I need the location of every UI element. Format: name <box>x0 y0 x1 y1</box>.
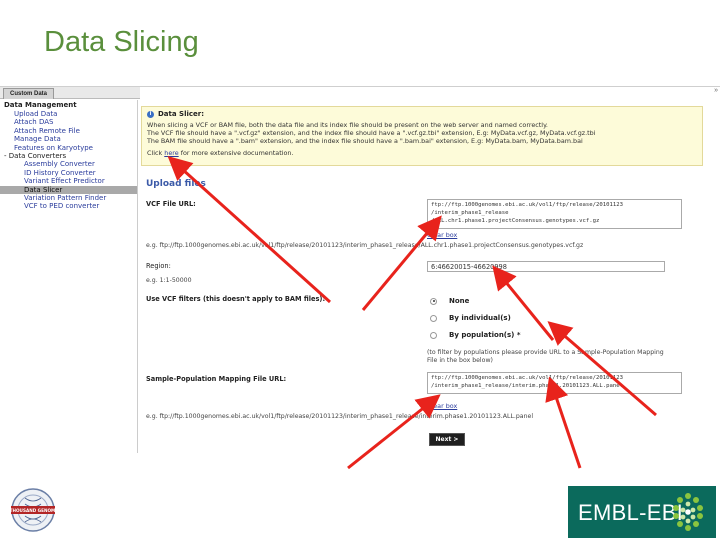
tab-custom-data[interactable]: Custom Data <box>3 88 55 99</box>
sidebar-item-variation-pattern-finder[interactable]: Variation Pattern Finder <box>0 194 137 202</box>
hexagon-cluster-icon <box>673 493 703 531</box>
docs-here-link[interactable]: here <box>164 149 178 157</box>
sidebar-item-variant-effect-predictor[interactable]: Variant Effect Predictor <box>0 177 137 185</box>
info-docs-post: for more extensive documentation. <box>178 149 294 157</box>
filter-option-none[interactable]: None <box>430 297 469 305</box>
sidebar-item-attach-das[interactable]: Attach DAS <box>0 118 137 126</box>
filter-option-population[interactable]: By population(s) * <box>430 331 520 339</box>
population-note: File in the box below) <box>427 357 493 364</box>
info-line: The BAM file should have a ".bam" extens… <box>147 137 583 145</box>
filter-option-individual[interactable]: By individual(s) <box>430 314 511 322</box>
next-button[interactable]: Next > <box>429 433 465 446</box>
info-title: Data Slicer: <box>158 110 205 118</box>
mapping-file-url-label: Sample-Population Mapping File URL: <box>146 375 287 383</box>
info-box: i Data Slicer: When slicing a VCF or BAM… <box>141 106 703 166</box>
info-line: When slicing a VCF or BAM file, both the… <box>147 121 548 129</box>
sidebar-item-data-slicer[interactable]: Data Slicer <box>0 185 137 194</box>
vcf-file-url-input[interactable]: ftp://ftp.1000genomes.ebi.ac.uk/vol1/ftp… <box>427 199 682 229</box>
radio-none[interactable] <box>430 297 437 305</box>
radio-by-population-label: By population(s) * <box>449 331 521 339</box>
info-docs-line: Click here for more extensive documentat… <box>147 149 293 157</box>
vcf-file-url-label: VCF File URL: <box>146 200 196 208</box>
sidebar-item-upload-data[interactable]: Upload Data <box>0 110 137 118</box>
mapping-clear-box-link[interactable]: Clear box <box>427 402 457 410</box>
radio-none-label: None <box>449 297 470 305</box>
screenshot-panel: Custom Data » Data Management Upload Dat… <box>0 86 720 453</box>
radio-by-individual-label: By individual(s) <box>449 314 511 322</box>
slide-title: Data Slicing <box>44 26 199 58</box>
sidebar-item-attach-remote-file[interactable]: Attach Remote File <box>0 127 137 135</box>
region-input[interactable]: 6:46620015-46620998 <box>427 261 665 272</box>
sidebar-item-manage-data[interactable]: Manage Data <box>0 135 137 143</box>
population-note: (to filter by populations please provide… <box>427 349 664 356</box>
info-line: The VCF file should have a ".vcf.gz" ext… <box>147 129 596 137</box>
info-icon: i <box>147 111 154 118</box>
vcf-example-text: e.g. ftp://ftp.1000genomes.ebi.ac.uk/vol… <box>146 242 584 249</box>
sidebar-item-vcf-to-ped-converter[interactable]: VCF to PED converter <box>0 202 137 210</box>
radio-by-individual[interactable] <box>430 314 437 322</box>
tab-bar: Custom Data <box>0 87 140 99</box>
sidebar-item-assembly-converter[interactable]: Assembly Converter <box>0 160 137 168</box>
region-label: Region: <box>146 262 171 270</box>
vcf-clear-box-link[interactable]: Clear box <box>427 231 457 239</box>
sidebar-heading: Data Management <box>4 101 77 109</box>
embl-ebi-logo: EMBL-EBI <box>568 486 716 538</box>
mapping-example-text: e.g. ftp://ftp.1000genomes.ebi.ac.uk/vol… <box>146 413 534 420</box>
sidebar-item-data-converters[interactable]: - Data Converters <box>0 152 137 160</box>
radio-by-population[interactable] <box>430 331 437 339</box>
sidebar: Data Management Upload Data Attach DAS A… <box>0 100 138 453</box>
region-example-text: e.g. 1:1-50000 <box>146 277 192 284</box>
thousand-genomes-logo: A THOUSAND GENOMES <box>5 488 61 532</box>
sidebar-item-id-history-converter[interactable]: ID History Converter <box>0 169 137 177</box>
vcf-filters-label: Use VCF filters (this doesn't apply to B… <box>146 295 326 303</box>
main-content: i Data Slicer: When slicing a VCF or BAM… <box>138 87 720 453</box>
svg-text:A THOUSAND GENOMES: A THOUSAND GENOMES <box>5 508 61 513</box>
upload-files-heading: Upload files <box>146 179 206 189</box>
info-docs-pre: Click <box>147 149 165 157</box>
sidebar-item-features-on-karyotype[interactable]: Features on Karyotype <box>0 144 137 152</box>
mapping-file-url-input[interactable]: ftp://ftp.1000genomes.ebi.ac.uk/vol1/ftp… <box>427 372 682 394</box>
